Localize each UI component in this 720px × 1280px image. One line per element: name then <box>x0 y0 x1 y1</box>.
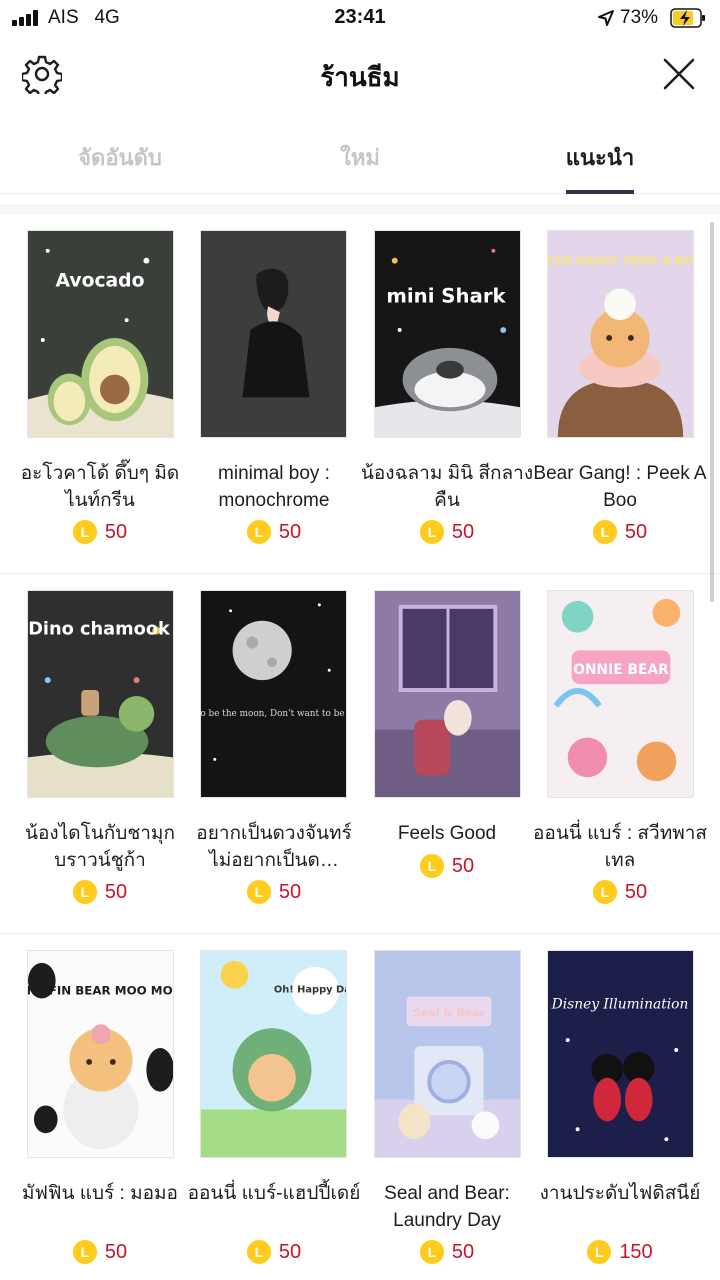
theme-name: ออนนี่ แบร์ : สวีทพาสเทล <box>533 823 708 871</box>
line-coin-icon: L <box>246 520 271 544</box>
theme-art-text: Avocado <box>56 270 145 291</box>
line-coin-icon: L <box>72 520 97 544</box>
price-value: 150 <box>619 1240 653 1263</box>
price-value: 50 <box>104 1240 128 1263</box>
theme-thumbnail <box>200 230 347 438</box>
price-value: 50 <box>278 520 302 543</box>
price-value: 50 <box>278 880 302 903</box>
theme-price: L 50 <box>533 520 707 546</box>
theme-row: Dino chamook น้องไดโนกับชามุกบราวน์ชูก้า… <box>0 574 720 934</box>
line-coin-icon: L <box>72 880 97 904</box>
price-value: 50 <box>624 520 648 543</box>
line-coin-icon: L <box>419 520 444 544</box>
line-coin-icon: L <box>592 880 617 904</box>
theme-name: น้องไดโนกับชามุกบราวน์ชูก้า <box>25 823 175 871</box>
theme-thumbnail: Dino chamook <box>27 590 174 798</box>
tab-new[interactable]: ใหม่ <box>290 140 430 175</box>
theme-name: ออนนี่ แบร์-แฮปปี้เดย์ <box>187 1183 361 1204</box>
theme-price: L 50 <box>360 1240 534 1266</box>
theme-thumbnail: ONNIE BEAR <box>547 590 694 798</box>
theme-name: น้องฉลาม มินิ สีกลางคืน <box>360 463 534 511</box>
theme-name: งานประดับไฟดิสนีย์ <box>539 1183 701 1204</box>
theme-price: L 50 <box>187 880 361 906</box>
theme-name: มัฟฟิน แบร์ : มอมอ <box>22 1183 178 1204</box>
line-coin-icon: L <box>419 854 444 878</box>
active-tab-indicator <box>566 190 634 194</box>
theme-name: Bear Gang! : Peek A Boo <box>533 463 707 511</box>
status-bar: AIS 4G 23:41 73% <box>0 0 720 36</box>
theme-art-text: BEAR GANG! PEEK A BOO <box>548 254 693 268</box>
theme-price: L 50 <box>187 1240 361 1266</box>
theme-price: L 50 <box>533 880 707 906</box>
location-arrow-icon <box>598 10 614 26</box>
theme-name: Seal and Bear: Laundry Day <box>384 1183 510 1231</box>
battery-charging-icon <box>670 8 705 28</box>
theme-thumbnail: BEAR GANG! PEEK A BOO <box>547 230 694 438</box>
price-value: 50 <box>624 880 648 903</box>
line-coin-icon: L <box>419 1240 444 1264</box>
theme-grid: Avocado อะโวคาโด้ ดึ๊บๆ มิดไนท์กรีน L 50 … <box>0 204 720 1280</box>
theme-thumbnail: Disney Illumination <box>547 950 694 1158</box>
line-coin-icon: L <box>246 880 271 904</box>
theme-name: Feels Good <box>397 823 497 844</box>
theme-thumbnail: Avocado <box>27 230 174 438</box>
theme-price: L 50 <box>13 1240 187 1266</box>
theme-art-text: Seal & Bear <box>413 1006 485 1019</box>
nav-bar: ร้านธีม <box>0 36 720 112</box>
theme-price: L 150 <box>533 1240 707 1266</box>
theme-row: MUFFIN BEAR MOO MOO มัฟฟิน แบร์ : มอมอ L… <box>0 934 720 1280</box>
tab-ranking[interactable]: จัดอันดับ <box>40 140 200 175</box>
theme-thumbnail: MUFFIN BEAR MOO MOO <box>27 950 174 1158</box>
theme-thumbnail: mini Shark <box>374 230 521 438</box>
theme-art-text: mini Shark <box>386 284 506 307</box>
price-value: 50 <box>451 854 475 877</box>
battery-percentage: 73% <box>620 7 659 28</box>
theme-price: L 50 <box>13 880 187 906</box>
line-coin-icon: L <box>72 1240 97 1264</box>
theme-thumbnail: Seal & Bear <box>374 950 521 1158</box>
theme-thumbnail: Oh! Happy Day <box>200 950 347 1158</box>
theme-price: L 50 <box>187 520 361 546</box>
price-value: 50 <box>451 1240 475 1263</box>
theme-thumbnail: Want to be the moon, Don't want to be a … <box>200 590 347 798</box>
line-coin-icon: L <box>587 1240 612 1264</box>
close-icon[interactable] <box>660 55 698 93</box>
price-value: 50 <box>104 520 128 543</box>
theme-art-text: Want to be the moon, Don't want to be a … <box>201 709 346 719</box>
theme-art-text: ONNIE BEAR <box>573 662 669 678</box>
theme-price: L 50 <box>360 854 534 880</box>
price-value: 50 <box>104 880 128 903</box>
theme-thumbnail <box>374 590 521 798</box>
line-coin-icon: L <box>246 1240 271 1264</box>
tab-bar: จัดอันดับ ใหม่ แนะนำ <box>0 112 720 194</box>
theme-price: L 50 <box>360 520 534 546</box>
tab-recommended[interactable]: แนะนำ <box>530 140 670 175</box>
theme-art-text: Disney Illumination <box>551 996 689 1012</box>
page-title: ร้านธีม <box>320 62 400 92</box>
theme-name: อะโวคาโด้ ดึ๊บๆ มิดไนท์กรีน <box>20 463 180 511</box>
theme-art-text: Oh! Happy Day <box>274 985 346 996</box>
theme-row: Avocado อะโวคาโด้ ดึ๊บๆ มิดไนท์กรีน L 50 … <box>0 214 720 574</box>
price-value: 50 <box>278 1240 302 1263</box>
theme-name: อยากเป็นดวงจันทร์ไม่อยากเป็นด… <box>196 823 352 871</box>
theme-name: minimal boy : monochrome <box>218 463 330 511</box>
scrollbar[interactable] <box>710 222 714 602</box>
theme-price: L 50 <box>13 520 187 546</box>
theme-art-text: Dino chamook <box>28 619 171 640</box>
line-coin-icon: L <box>592 520 617 544</box>
theme-art-text: MUFFIN BEAR MOO MOO <box>28 984 173 998</box>
price-value: 50 <box>451 520 475 543</box>
